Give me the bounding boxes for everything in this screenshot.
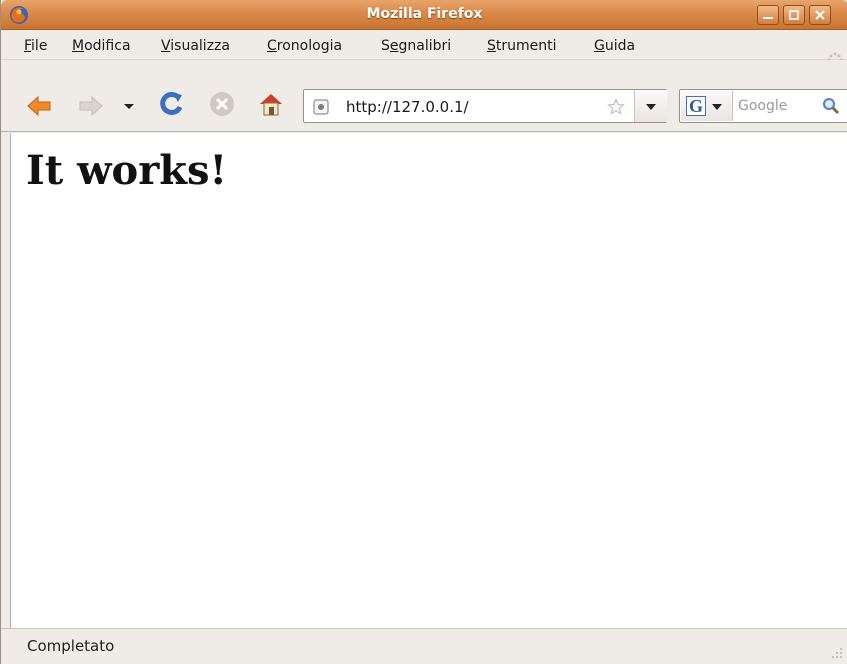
home-icon [260, 94, 282, 116]
back-arrow-icon [27, 95, 51, 117]
menu-guida[interactable]: Guida [594, 38, 635, 54]
title-bar[interactable]: Mozilla Firefox [1, 0, 847, 30]
minimize-button[interactable] [757, 5, 779, 25]
star-icon[interactable] [607, 98, 625, 116]
url-history-dropdown[interactable] [634, 90, 667, 122]
maximize-icon [789, 10, 799, 20]
chevron-down-icon [712, 104, 722, 110]
forward-arrow-icon [79, 95, 103, 117]
page-icon[interactable] [313, 99, 329, 115]
menu-modifica[interactable]: Modifica [72, 38, 131, 54]
window-title: Mozilla Firefox [366, 6, 483, 22]
google-icon: G [686, 96, 706, 116]
menu-cronologia[interactable]: Cronologia [267, 38, 342, 54]
status-text: Completato [27, 637, 115, 655]
stop-button[interactable] [208, 90, 236, 118]
history-dropdown-button[interactable] [121, 98, 137, 114]
minimize-icon [763, 17, 773, 19]
back-button[interactable] [25, 92, 53, 120]
browser-window: Mozilla Firefox File Modifica Visualizza… [0, 0, 847, 664]
reload-icon [160, 91, 183, 115]
magnifier-icon[interactable] [822, 97, 840, 115]
page-heading: It works! [26, 147, 228, 194]
menu-file[interactable]: File [24, 38, 47, 54]
url-input[interactable]: http://127.0.0.1/ [346, 98, 469, 116]
close-icon [815, 10, 825, 20]
search-bar[interactable]: G [679, 89, 847, 123]
reload-button[interactable] [158, 90, 186, 118]
page-content[interactable]: It works! [10, 133, 847, 628]
menu-visualizza[interactable]: Visualizza [161, 38, 230, 54]
forward-button[interactable] [77, 92, 105, 120]
stop-icon [210, 92, 234, 116]
maximize-button[interactable] [783, 5, 805, 25]
close-button[interactable] [809, 5, 831, 25]
menu-segnalibri[interactable]: Segnalibri [381, 38, 451, 54]
chevron-down-icon [646, 104, 656, 110]
resize-grip-icon[interactable] [829, 645, 845, 661]
search-input[interactable] [738, 96, 816, 116]
menu-bar: File Modifica Visualizza Cronologia Segn… [1, 30, 847, 60]
search-engine-selector[interactable]: G [681, 91, 733, 121]
home-button[interactable] [257, 90, 285, 118]
status-bar: Completato [1, 628, 847, 664]
chevron-down-icon [124, 104, 134, 109]
url-bar[interactable]: http://127.0.0.1/ [303, 89, 667, 123]
menu-strumenti[interactable]: Strumenti [487, 38, 557, 54]
